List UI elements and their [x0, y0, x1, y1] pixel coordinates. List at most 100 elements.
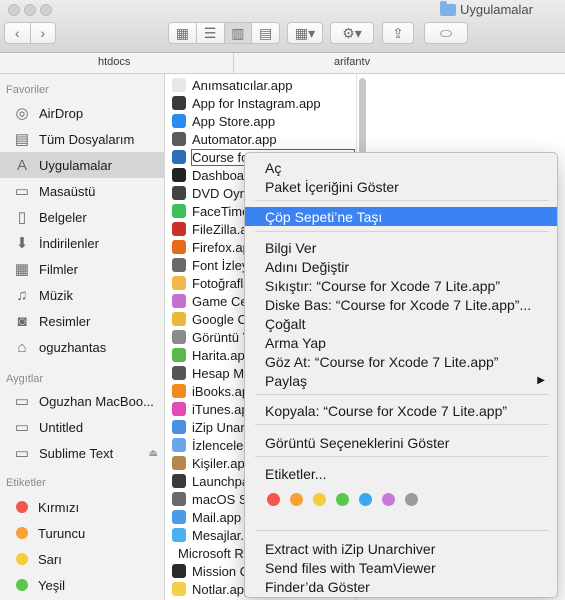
tag-color-icon [16, 501, 28, 513]
file-name: App for Instagram.app [192, 95, 321, 111]
back-button[interactable]: ‹ [5, 23, 31, 43]
devices-header: Aygıtlar [6, 373, 44, 385]
menu-item-paket-icerigini-goster[interactable]: Paket İçeriğini Göster [245, 177, 557, 196]
menu-item-extract-with-izip-unarchiver[interactable]: Extract with iZip Unarchiver [245, 539, 557, 558]
menu-item-bilgi-ver[interactable]: Bilgi Ver [245, 238, 557, 257]
file-name: Harita.app [192, 347, 252, 363]
sidebar-item-yesil[interactable]: Yeşil [0, 572, 164, 598]
sidebar-item-resimler[interactable]: ◙ Resimler [0, 308, 164, 334]
list-view-icon[interactable]: ☰ [197, 23, 225, 43]
menu-item-paylas[interactable]: Paylaş ▶ [245, 371, 557, 390]
app-icon [172, 186, 186, 200]
forward-button[interactable]: › [31, 23, 56, 43]
menu-item-label: Paylaş [265, 372, 308, 389]
sidebar-item-oguzhan-macboo[interactable]: ▭ Oguzhan MacBoo... [0, 388, 164, 414]
disk-icon: ▭ [14, 419, 30, 436]
minimize-window-button[interactable] [24, 4, 36, 16]
app-icon [172, 150, 186, 164]
menu-item-label: Aç [265, 159, 282, 176]
column-view-icon[interactable]: ▥ [224, 23, 253, 43]
tag-color-4-icon[interactable] [336, 493, 349, 506]
airdrop-icon: ◎ [15, 105, 29, 122]
sidebar-item-indirilenler[interactable]: ⬇ İndirilenler [0, 230, 164, 256]
sidebar-item-belgeler[interactable]: ▯ Belgeler [0, 204, 164, 230]
menu-item-arma-yap[interactable]: Arma Yap [245, 333, 557, 352]
sidebar-item-label: Müzik [39, 287, 73, 303]
sidebar-item-uygulamalar[interactable]: A Uygulamalar [0, 152, 164, 178]
window-title: Uygulamalar [440, 0, 533, 17]
file-row[interactable]: App Store.app [166, 112, 356, 130]
menu-item-s-k-st-r-course-for-xcode-7-lite-app[interactable]: Sıkıştır: “Course for Xcode 7 Lite.app” [245, 276, 557, 295]
app-icon [172, 96, 186, 110]
laptop-icon: ▭ [14, 393, 30, 410]
sidebar-item-masaustu[interactable]: ▭ Masaüstü [0, 178, 164, 204]
app-icon [172, 222, 186, 236]
tags-header: Etiketler [6, 477, 46, 489]
file-name: Kişiler.app [192, 455, 252, 471]
menu-item-kopyala-course-for-xcode-7-lite-app[interactable]: Kopyala: “Course for Xcode 7 Lite.app” [245, 401, 557, 420]
file-row[interactable]: Automator.app [166, 130, 356, 148]
sidebar-item-k-rm-z[interactable]: Kırmızı [0, 494, 164, 520]
all-files-icon: ▤ [14, 131, 30, 148]
sidebar-item-filmler[interactable]: ▦ Filmler [0, 256, 164, 282]
path-arifantv[interactable]: arifantv [334, 56, 370, 68]
menu-item-etiketler[interactable]: Etiketler... [245, 464, 557, 483]
menu-item-cogalt[interactable]: Çoğalt [245, 314, 557, 333]
menu-item-ac[interactable]: Aç [245, 158, 557, 177]
tags-button[interactable]: ⬭ [424, 22, 468, 44]
sidebar-item-muzik[interactable]: ♫ Müzik [0, 282, 164, 308]
desktop-icon: ▭ [14, 183, 30, 200]
sidebar-item-sar[interactable]: Sarı [0, 546, 164, 572]
menu-item-cop-sepeti-ne-tas[interactable]: Çöp Sepeti’ne Taşı [245, 207, 557, 226]
tag-color-5-icon[interactable] [359, 493, 372, 506]
app-icon [172, 78, 186, 92]
tag-color-2-icon[interactable] [290, 493, 303, 506]
tag-color-6-icon[interactable] [382, 493, 395, 506]
sidebar-item-label: Turuncu [38, 525, 86, 541]
file-row[interactable]: App for Instagram.app [166, 94, 356, 112]
menu-separator [255, 424, 549, 425]
sidebar-item-label: Filmler [39, 261, 78, 277]
menu-item-finder-da-goster[interactable]: Finder’da Göster [245, 577, 557, 596]
sidebar-item-label: Oguzhan MacBoo... [39, 393, 154, 409]
eject-icon[interactable]: ⏏ [149, 448, 158, 459]
sidebar-item-oguzhantas[interactable]: ⌂ oguzhantas [0, 334, 164, 360]
tag-color-7-icon[interactable] [405, 493, 418, 506]
tag-color-3-icon[interactable] [313, 493, 326, 506]
menu-item-diske-bas-course-for-xcode-7-lite-app[interactable]: Diske Bas: “Course for Xcode 7 Lite.app”… [245, 295, 557, 314]
downloads-icon: ⬇ [15, 235, 29, 252]
action-button[interactable]: ⚙▾ [330, 22, 374, 44]
sidebar: Favoriler ◎ AirDrop ▤ Tüm Dosyalarım A Uygula… [0, 74, 165, 600]
app-icon [172, 438, 186, 452]
share-button[interactable]: ⇪ [382, 22, 414, 44]
file-row[interactable]: Anımsatıcılar.app [166, 76, 356, 94]
column-divider[interactable] [233, 53, 234, 73]
arrange-button[interactable]: ▦▾ [287, 22, 323, 44]
menu-item-send-files-with-teamviewer[interactable]: Send files with TeamViewer [245, 558, 557, 577]
sidebar-item-sublime-text[interactable]: ▭ Sublime Text ⏏ [0, 440, 164, 466]
menu-item-ad-n-degistir[interactable]: Adını Değiştir [245, 257, 557, 276]
path-htdocs[interactable]: htdocs [98, 56, 130, 68]
sidebar-item-airdrop[interactable]: ◎ AirDrop [0, 100, 164, 126]
menu-item-goz-at-course-for-xcode-7-lite-app[interactable]: Göz At: “Course for Xcode 7 Lite.app” [245, 352, 557, 371]
file-name: Mail.app [192, 509, 242, 525]
menu-separator [255, 231, 549, 232]
menu-separator [255, 530, 549, 531]
file-name: Automator.app [192, 131, 277, 147]
app-icon [172, 348, 186, 362]
tag-color-1-icon[interactable] [267, 493, 280, 506]
close-window-button[interactable] [8, 4, 20, 16]
menu-item-label: Diske Bas: “Course for Xcode 7 Lite.app”… [265, 296, 532, 313]
icon-view-icon[interactable]: ▦ [169, 23, 197, 43]
app-icon [172, 294, 186, 308]
sidebar-item-tum-dosyalar-m[interactable]: ▤ Tüm Dosyalarım [0, 126, 164, 152]
sidebar-item-untitled[interactable]: ▭ Untitled [0, 414, 164, 440]
cover-flow-icon[interactable]: ▤ [252, 23, 279, 43]
documents-icon: ▯ [17, 209, 27, 226]
music-icon: ♫ [16, 286, 28, 304]
zoom-window-button[interactable] [40, 4, 52, 16]
sidebar-item-turuncu[interactable]: Turuncu [0, 520, 164, 546]
menu-item-goruntu-seceneklerini-goster[interactable]: Görüntü Seçeneklerini Göster [245, 433, 557, 452]
submenu-arrow-icon: ▶ [537, 375, 545, 386]
app-icon [172, 492, 186, 506]
